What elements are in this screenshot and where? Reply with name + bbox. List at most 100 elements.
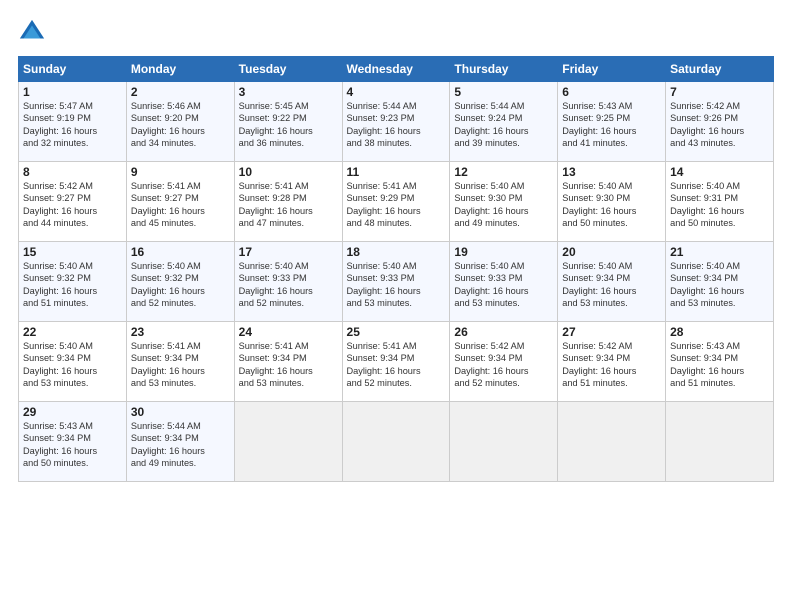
day-number: 27 [562,325,661,339]
calendar-cell: 23 Sunrise: 5:41 AMSunset: 9:34 PMDaylig… [126,322,234,402]
calendar-week-3: 15 Sunrise: 5:40 AMSunset: 9:32 PMDaylig… [19,242,774,322]
day-number: 7 [670,85,769,99]
calendar-cell: 16 Sunrise: 5:40 AMSunset: 9:32 PMDaylig… [126,242,234,322]
calendar-header-sunday: Sunday [19,57,127,82]
day-info: Sunrise: 5:42 AMSunset: 9:27 PMDaylight:… [23,181,97,228]
calendar-cell: 10 Sunrise: 5:41 AMSunset: 9:28 PMDaylig… [234,162,342,242]
calendar-cell: 29 Sunrise: 5:43 AMSunset: 9:34 PMDaylig… [19,402,127,482]
calendar-cell: 19 Sunrise: 5:40 AMSunset: 9:33 PMDaylig… [450,242,558,322]
calendar-header-saturday: Saturday [666,57,774,82]
day-info: Sunrise: 5:45 AMSunset: 9:22 PMDaylight:… [239,101,313,148]
calendar-cell: 4 Sunrise: 5:44 AMSunset: 9:23 PMDayligh… [342,82,450,162]
calendar-cell: 12 Sunrise: 5:40 AMSunset: 9:30 PMDaylig… [450,162,558,242]
day-number: 6 [562,85,661,99]
day-number: 16 [131,245,230,259]
day-info: Sunrise: 5:47 AMSunset: 9:19 PMDaylight:… [23,101,97,148]
calendar-cell: 18 Sunrise: 5:40 AMSunset: 9:33 PMDaylig… [342,242,450,322]
calendar-header-friday: Friday [558,57,666,82]
day-info: Sunrise: 5:40 AMSunset: 9:33 PMDaylight:… [239,261,313,308]
calendar-cell: 22 Sunrise: 5:40 AMSunset: 9:34 PMDaylig… [19,322,127,402]
day-number: 9 [131,165,230,179]
day-info: Sunrise: 5:42 AMSunset: 9:34 PMDaylight:… [562,341,636,388]
day-info: Sunrise: 5:41 AMSunset: 9:28 PMDaylight:… [239,181,313,228]
day-info: Sunrise: 5:42 AMSunset: 9:26 PMDaylight:… [670,101,744,148]
calendar-cell: 14 Sunrise: 5:40 AMSunset: 9:31 PMDaylig… [666,162,774,242]
day-number: 10 [239,165,338,179]
day-number: 23 [131,325,230,339]
calendar-header-tuesday: Tuesday [234,57,342,82]
day-info: Sunrise: 5:40 AMSunset: 9:32 PMDaylight:… [131,261,205,308]
day-info: Sunrise: 5:44 AMSunset: 9:34 PMDaylight:… [131,421,205,468]
day-info: Sunrise: 5:44 AMSunset: 9:24 PMDaylight:… [454,101,528,148]
calendar-cell: 27 Sunrise: 5:42 AMSunset: 9:34 PMDaylig… [558,322,666,402]
day-number: 26 [454,325,553,339]
calendar-cell: 13 Sunrise: 5:40 AMSunset: 9:30 PMDaylig… [558,162,666,242]
day-number: 12 [454,165,553,179]
day-number: 11 [347,165,446,179]
day-number: 20 [562,245,661,259]
day-info: Sunrise: 5:40 AMSunset: 9:33 PMDaylight:… [347,261,421,308]
day-number: 15 [23,245,122,259]
calendar-cell: 7 Sunrise: 5:42 AMSunset: 9:26 PMDayligh… [666,82,774,162]
calendar-cell: 24 Sunrise: 5:41 AMSunset: 9:34 PMDaylig… [234,322,342,402]
day-number: 25 [347,325,446,339]
day-number: 22 [23,325,122,339]
calendar-cell: 28 Sunrise: 5:43 AMSunset: 9:34 PMDaylig… [666,322,774,402]
calendar-cell [558,402,666,482]
day-info: Sunrise: 5:40 AMSunset: 9:30 PMDaylight:… [454,181,528,228]
day-info: Sunrise: 5:43 AMSunset: 9:34 PMDaylight:… [670,341,744,388]
day-info: Sunrise: 5:43 AMSunset: 9:34 PMDaylight:… [23,421,97,468]
calendar-cell: 21 Sunrise: 5:40 AMSunset: 9:34 PMDaylig… [666,242,774,322]
day-info: Sunrise: 5:43 AMSunset: 9:25 PMDaylight:… [562,101,636,148]
header [18,18,774,46]
calendar-cell [450,402,558,482]
calendar-cell: 25 Sunrise: 5:41 AMSunset: 9:34 PMDaylig… [342,322,450,402]
day-info: Sunrise: 5:40 AMSunset: 9:31 PMDaylight:… [670,181,744,228]
day-info: Sunrise: 5:42 AMSunset: 9:34 PMDaylight:… [454,341,528,388]
day-number: 13 [562,165,661,179]
calendar-header-thursday: Thursday [450,57,558,82]
day-info: Sunrise: 5:41 AMSunset: 9:34 PMDaylight:… [239,341,313,388]
day-number: 28 [670,325,769,339]
calendar-cell [234,402,342,482]
calendar-cell: 11 Sunrise: 5:41 AMSunset: 9:29 PMDaylig… [342,162,450,242]
day-number: 4 [347,85,446,99]
calendar-header-wednesday: Wednesday [342,57,450,82]
day-info: Sunrise: 5:40 AMSunset: 9:34 PMDaylight:… [562,261,636,308]
logo [18,18,50,46]
page: SundayMondayTuesdayWednesdayThursdayFrid… [0,0,792,612]
day-info: Sunrise: 5:40 AMSunset: 9:32 PMDaylight:… [23,261,97,308]
day-number: 30 [131,405,230,419]
day-number: 17 [239,245,338,259]
calendar-cell: 1 Sunrise: 5:47 AMSunset: 9:19 PMDayligh… [19,82,127,162]
day-info: Sunrise: 5:40 AMSunset: 9:34 PMDaylight:… [670,261,744,308]
day-number: 19 [454,245,553,259]
day-info: Sunrise: 5:40 AMSunset: 9:30 PMDaylight:… [562,181,636,228]
calendar-cell: 30 Sunrise: 5:44 AMSunset: 9:34 PMDaylig… [126,402,234,482]
calendar-cell: 20 Sunrise: 5:40 AMSunset: 9:34 PMDaylig… [558,242,666,322]
calendar-header-row: SundayMondayTuesdayWednesdayThursdayFrid… [19,57,774,82]
calendar-cell [666,402,774,482]
calendar-cell: 26 Sunrise: 5:42 AMSunset: 9:34 PMDaylig… [450,322,558,402]
day-number: 2 [131,85,230,99]
calendar-cell: 9 Sunrise: 5:41 AMSunset: 9:27 PMDayligh… [126,162,234,242]
calendar-week-4: 22 Sunrise: 5:40 AMSunset: 9:34 PMDaylig… [19,322,774,402]
day-info: Sunrise: 5:40 AMSunset: 9:33 PMDaylight:… [454,261,528,308]
day-info: Sunrise: 5:44 AMSunset: 9:23 PMDaylight:… [347,101,421,148]
day-info: Sunrise: 5:46 AMSunset: 9:20 PMDaylight:… [131,101,205,148]
calendar-cell: 17 Sunrise: 5:40 AMSunset: 9:33 PMDaylig… [234,242,342,322]
day-number: 24 [239,325,338,339]
calendar-table: SundayMondayTuesdayWednesdayThursdayFrid… [18,56,774,482]
calendar-cell: 5 Sunrise: 5:44 AMSunset: 9:24 PMDayligh… [450,82,558,162]
day-number: 18 [347,245,446,259]
day-number: 14 [670,165,769,179]
day-number: 5 [454,85,553,99]
day-info: Sunrise: 5:41 AMSunset: 9:29 PMDaylight:… [347,181,421,228]
day-info: Sunrise: 5:41 AMSunset: 9:27 PMDaylight:… [131,181,205,228]
calendar-cell: 8 Sunrise: 5:42 AMSunset: 9:27 PMDayligh… [19,162,127,242]
day-number: 29 [23,405,122,419]
day-number: 3 [239,85,338,99]
calendar-week-5: 29 Sunrise: 5:43 AMSunset: 9:34 PMDaylig… [19,402,774,482]
calendar-cell [342,402,450,482]
logo-icon [18,18,46,46]
